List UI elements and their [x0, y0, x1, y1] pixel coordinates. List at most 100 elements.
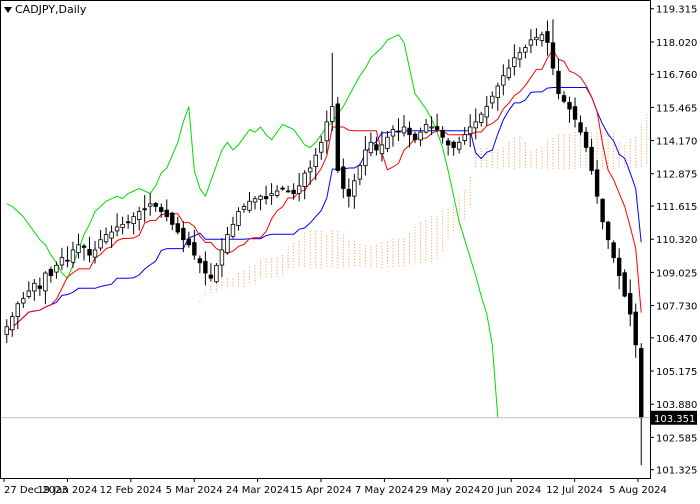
candle-body: [87, 249, 92, 256]
candle-body: [578, 122, 583, 133]
candle-body: [76, 244, 81, 254]
candle-body: [639, 348, 644, 419]
candle-body: [120, 223, 125, 228]
x-tick-label: 12 Feb 2024: [100, 485, 162, 496]
candle-body: [390, 129, 396, 137]
y-tick-label: 119.315: [656, 5, 697, 16]
candle-body: [423, 124, 429, 133]
y-tick-label: 115.465: [656, 103, 697, 114]
candle-body: [181, 227, 186, 241]
candle-body: [346, 188, 352, 197]
candle-body: [114, 226, 120, 232]
candle-body: [385, 136, 390, 149]
candle-body: [15, 303, 20, 317]
candle-body: [539, 34, 545, 41]
candle-body: [109, 231, 114, 239]
candle-body: [484, 106, 489, 118]
candle-body: [98, 239, 103, 249]
candle-body: [136, 211, 142, 220]
y-tick-label: 106.470: [656, 334, 697, 345]
candle-body: [175, 223, 180, 233]
y-tick-label: 111.615: [656, 202, 697, 213]
candle-body: [572, 106, 578, 120]
candle-body: [103, 234, 109, 243]
tenkan-sen-path: [6, 48, 642, 332]
candle-body: [501, 75, 506, 86]
candle-body: [170, 212, 175, 225]
candle-body: [418, 131, 423, 141]
candle-body: [628, 293, 633, 315]
candle-body: [269, 193, 274, 196]
y-tick-label: 107.730: [656, 302, 697, 313]
candle-body: [440, 129, 445, 138]
candle-body: [324, 121, 329, 142]
candle-body: [148, 203, 153, 207]
candle-body: [131, 216, 136, 224]
candle-body: [512, 57, 517, 67]
candle-body: [622, 272, 627, 297]
candle-body: [214, 264, 219, 283]
candle-body: [236, 211, 241, 226]
candle-body: [319, 141, 324, 153]
candle-body: [241, 206, 247, 210]
candle-body: [296, 185, 302, 194]
candle-body: [203, 260, 208, 274]
candle-body: [291, 189, 296, 194]
price-axis: 119.315 118.020 116.760 115.465 114.170 112.8…: [650, 5, 697, 477]
chart-canvas[interactable]: 103.351 119.315 118.020 116.760 115.465 114.…: [0, 0, 700, 500]
time-axis: 27 Dec 202319 Jan 2024 12 Feb 2024 5 Mar 2…: [3, 478, 667, 496]
candle-body: [567, 102, 572, 110]
candle-body: [43, 272, 48, 292]
candle-body: [10, 316, 15, 331]
chikou-span-line: [6, 34, 499, 418]
candle-body: [545, 31, 550, 43]
candle-body: [258, 195, 263, 200]
candle-body: [456, 141, 462, 150]
candle-body: [506, 67, 512, 78]
candle-body: [528, 39, 534, 46]
candle-body: [302, 172, 307, 187]
candle-body: [142, 208, 147, 211]
candle-body: [490, 95, 495, 104]
price-candles: [4, 19, 644, 466]
current-price-value: 103.351: [654, 414, 695, 425]
candle-body: [252, 198, 258, 203]
candle-body: [550, 42, 556, 69]
candle-body: [434, 126, 440, 130]
kijun-sen-line: [6, 87, 642, 332]
candle-body: [70, 249, 76, 263]
candle-body: [401, 126, 407, 134]
chikou-span-path: [6, 34, 499, 418]
y-tick-label: 105.175: [656, 367, 697, 378]
candle-body: [225, 234, 230, 254]
candle-body: [407, 127, 412, 136]
y-tick-label: 103.880: [656, 400, 697, 411]
x-tick-label: 12 Jul 2024: [546, 485, 603, 496]
candle-body: [341, 166, 346, 189]
candle-body: [285, 190, 291, 193]
candle-body: [462, 134, 467, 141]
candle-body: [308, 167, 313, 173]
y-tick-label: 112.875: [656, 170, 697, 181]
kijun-sen-path: [6, 87, 642, 332]
chart-area[interactable]: 103.351 119.315 118.020 116.760 115.465 114.…: [0, 0, 700, 500]
candle-body: [374, 144, 379, 151]
candle-body: [363, 149, 368, 167]
candle-body: [81, 245, 87, 248]
candle-body: [523, 47, 528, 53]
y-tick-label: 116.760: [656, 70, 697, 81]
candle-body: [164, 209, 169, 218]
candle-body: [26, 290, 32, 297]
candle-body: [280, 187, 285, 190]
y-tick-label: 102.585: [656, 433, 697, 444]
candle-body: [159, 207, 164, 212]
candle-body: [445, 140, 451, 146]
candle-body: [186, 238, 192, 246]
candle-body: [429, 126, 434, 129]
candle-body: [4, 326, 9, 335]
candle-body: [125, 221, 131, 224]
candle-body: [192, 242, 197, 256]
candle-body: [247, 200, 252, 211]
collapse-triangle-icon[interactable]: [4, 6, 12, 13]
y-tick-label: 109.025: [656, 268, 697, 279]
